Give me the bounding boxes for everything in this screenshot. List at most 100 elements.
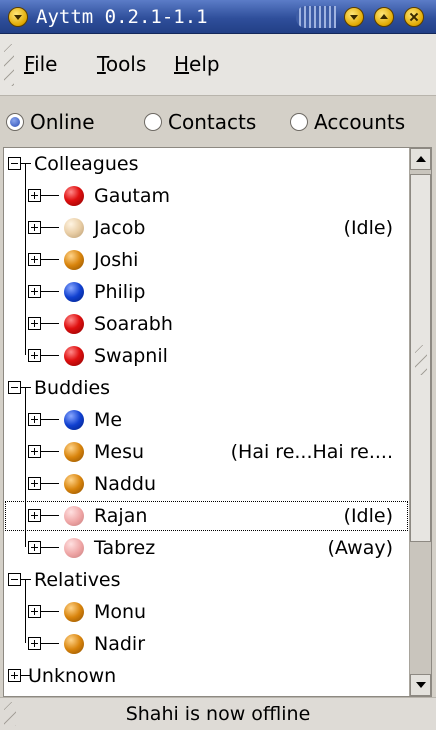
expand-icon[interactable] xyxy=(28,605,41,618)
menu-tools-label: ools xyxy=(105,52,147,76)
tree-connector xyxy=(25,468,26,500)
group-row-colleagues[interactable]: Colleagues xyxy=(4,148,409,180)
contact-row[interactable]: Philip xyxy=(4,276,409,308)
expand-icon[interactable] xyxy=(28,413,41,426)
contact-status: (Away) xyxy=(327,537,393,559)
tree-connector xyxy=(25,436,26,468)
title-bar[interactable]: Ayttm 0.2.1-1.1 xyxy=(0,0,436,34)
radio-online-indicator[interactable] xyxy=(6,113,24,131)
menu-bar: File Tools Help xyxy=(0,34,436,96)
radio-contacts[interactable]: Contacts xyxy=(144,109,256,135)
title-bar-stripes xyxy=(296,6,336,28)
tree-connector xyxy=(41,291,59,292)
menu-tools-mnemonic: T xyxy=(97,52,106,76)
window-title: Ayttm 0.2.1-1.1 xyxy=(36,6,208,28)
tree-connector xyxy=(25,628,26,643)
tree-connector xyxy=(21,579,31,580)
contact-row[interactable]: Soarabh xyxy=(4,308,409,340)
radio-accounts[interactable]: Accounts xyxy=(290,109,405,135)
radio-online[interactable]: Online xyxy=(6,109,95,135)
tree-connector xyxy=(25,579,26,596)
group-label: Unknown xyxy=(28,665,117,687)
menu-bar-grip-icon[interactable] xyxy=(4,44,14,86)
tree-connector xyxy=(25,163,26,180)
tree-connector xyxy=(25,404,26,436)
group-row-buddies[interactable]: Buddies xyxy=(4,372,409,404)
contact-name: Me xyxy=(94,409,123,431)
expand-icon[interactable] xyxy=(28,221,41,234)
presence-pink-icon xyxy=(64,506,84,526)
contact-name: Philip xyxy=(94,281,146,303)
contact-name: Nadir xyxy=(94,633,146,655)
expand-icon[interactable] xyxy=(28,253,41,266)
expand-icon[interactable] xyxy=(28,541,41,554)
window-menu-icon[interactable] xyxy=(8,7,28,27)
radio-contacts-indicator[interactable] xyxy=(144,113,162,131)
contact-tree-frame: Colleagues Gautam Jacob (Idle) Joshi Philip So… xyxy=(3,147,432,697)
collapse-icon[interactable] xyxy=(8,157,21,170)
contact-row[interactable]: Me xyxy=(4,404,409,436)
contact-row[interactable]: Tabrez (Away) xyxy=(4,532,409,564)
menu-tools[interactable]: Tools xyxy=(97,52,146,76)
group-label: Colleagues xyxy=(34,153,139,175)
contact-name: Tabrez xyxy=(94,537,156,559)
contact-row[interactable]: Mesu (Hai re...Hai re.... xyxy=(4,436,409,468)
presence-orange-icon xyxy=(64,474,84,494)
expand-icon[interactable] xyxy=(28,509,41,522)
expand-icon[interactable] xyxy=(28,317,41,330)
presence-red-icon xyxy=(64,314,84,334)
menu-file[interactable]: File xyxy=(24,52,57,76)
contact-name: Joshi xyxy=(94,249,139,271)
radio-accounts-label: Accounts xyxy=(314,110,406,134)
radio-accounts-indicator[interactable] xyxy=(290,113,308,131)
radio-contacts-label: Contacts xyxy=(168,110,257,134)
menu-help[interactable]: Help xyxy=(174,52,220,76)
expand-icon[interactable] xyxy=(28,445,41,458)
presence-orange-icon xyxy=(64,602,84,622)
close-icon[interactable] xyxy=(404,7,424,27)
radio-online-label: Online xyxy=(30,110,95,134)
presence-orange-icon xyxy=(64,442,84,462)
scroll-down-icon[interactable] xyxy=(410,674,431,696)
contact-row[interactable]: Jacob (Idle) xyxy=(4,212,409,244)
contact-name: Naddu xyxy=(94,473,157,495)
contact-name: Swapnil xyxy=(94,345,168,367)
tree-connector xyxy=(25,308,26,340)
expand-icon[interactable] xyxy=(28,637,41,650)
contact-row[interactable]: Naddu xyxy=(4,468,409,500)
contact-row[interactable]: Monu xyxy=(4,596,409,628)
contact-row[interactable]: Swapnil xyxy=(4,340,409,372)
expand-icon[interactable] xyxy=(28,477,41,490)
tree-connector xyxy=(41,451,59,452)
expand-icon[interactable] xyxy=(28,189,41,202)
contact-row[interactable]: Rajan (Idle) xyxy=(4,500,409,532)
contact-name: Soarabh xyxy=(94,313,173,335)
minimize-icon[interactable] xyxy=(344,7,364,27)
expand-icon[interactable] xyxy=(8,669,21,682)
collapse-icon[interactable] xyxy=(8,573,21,586)
maximize-icon[interactable] xyxy=(374,7,394,27)
tree-connector xyxy=(21,387,31,388)
presence-blue-icon xyxy=(64,410,84,430)
collapse-icon[interactable] xyxy=(8,381,21,394)
contact-row[interactable]: Nadir xyxy=(4,628,409,660)
scrollbar-thumb[interactable] xyxy=(410,174,431,542)
group-row-relatives[interactable]: Relatives xyxy=(4,564,409,596)
tree-connector xyxy=(41,515,59,516)
tree-connector xyxy=(41,355,59,356)
tree-connector xyxy=(25,532,26,547)
group-row-unknown[interactable]: Unknown xyxy=(4,660,409,692)
expand-icon[interactable] xyxy=(28,349,41,362)
presence-red-icon xyxy=(64,346,84,366)
contact-status: (Idle) xyxy=(343,217,393,239)
contact-name: Rajan xyxy=(94,505,148,527)
tree-connector xyxy=(41,259,59,260)
scroll-up-icon[interactable] xyxy=(410,148,431,170)
vertical-scrollbar[interactable] xyxy=(409,148,431,696)
expand-icon[interactable] xyxy=(28,285,41,298)
contact-row[interactable]: Joshi xyxy=(4,244,409,276)
contact-row[interactable]: Gautam xyxy=(4,180,409,212)
tree-connector xyxy=(41,611,59,612)
tree-connector xyxy=(25,212,26,244)
contact-name: Mesu xyxy=(94,441,145,463)
